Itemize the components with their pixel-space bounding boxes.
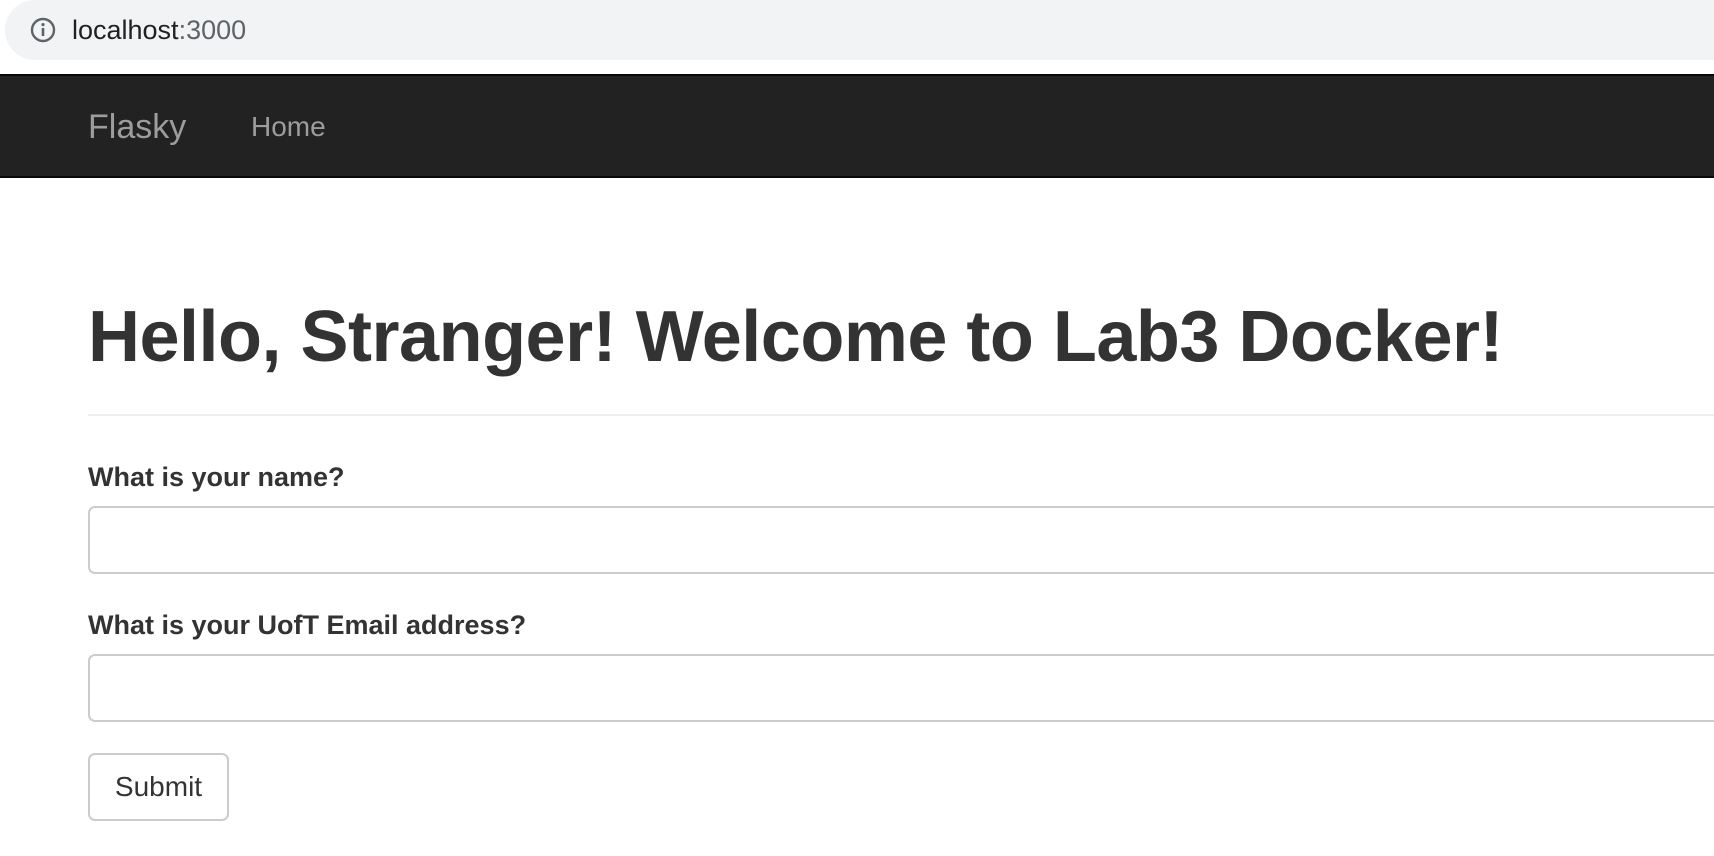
url-port: :3000 [178, 15, 247, 45]
url-text[interactable]: localhost:3000 [72, 13, 246, 47]
url-host: localhost [72, 15, 179, 45]
browser-address-bar: localhost:3000 [0, 0, 1714, 67]
email-label: What is your UofT Email address? [88, 610, 527, 640]
page-title: Hello, Stranger! Welcome to Lab3 Docker! [88, 297, 1504, 377]
name-label: What is your name? [88, 462, 345, 492]
omnibox[interactable]: localhost:3000 [5, 0, 1714, 60]
navbar-brand[interactable]: Flasky [88, 107, 186, 147]
navbar: Flasky Home [0, 74, 1714, 178]
submit-button[interactable]: Submit [88, 753, 229, 821]
info-icon[interactable] [29, 16, 57, 44]
nav-item-home[interactable]: Home [251, 110, 326, 144]
email-input[interactable] [88, 654, 1714, 722]
name-input[interactable] [88, 506, 1714, 574]
page-header: Hello, Stranger! Welcome to Lab3 Docker! [88, 292, 1714, 416]
